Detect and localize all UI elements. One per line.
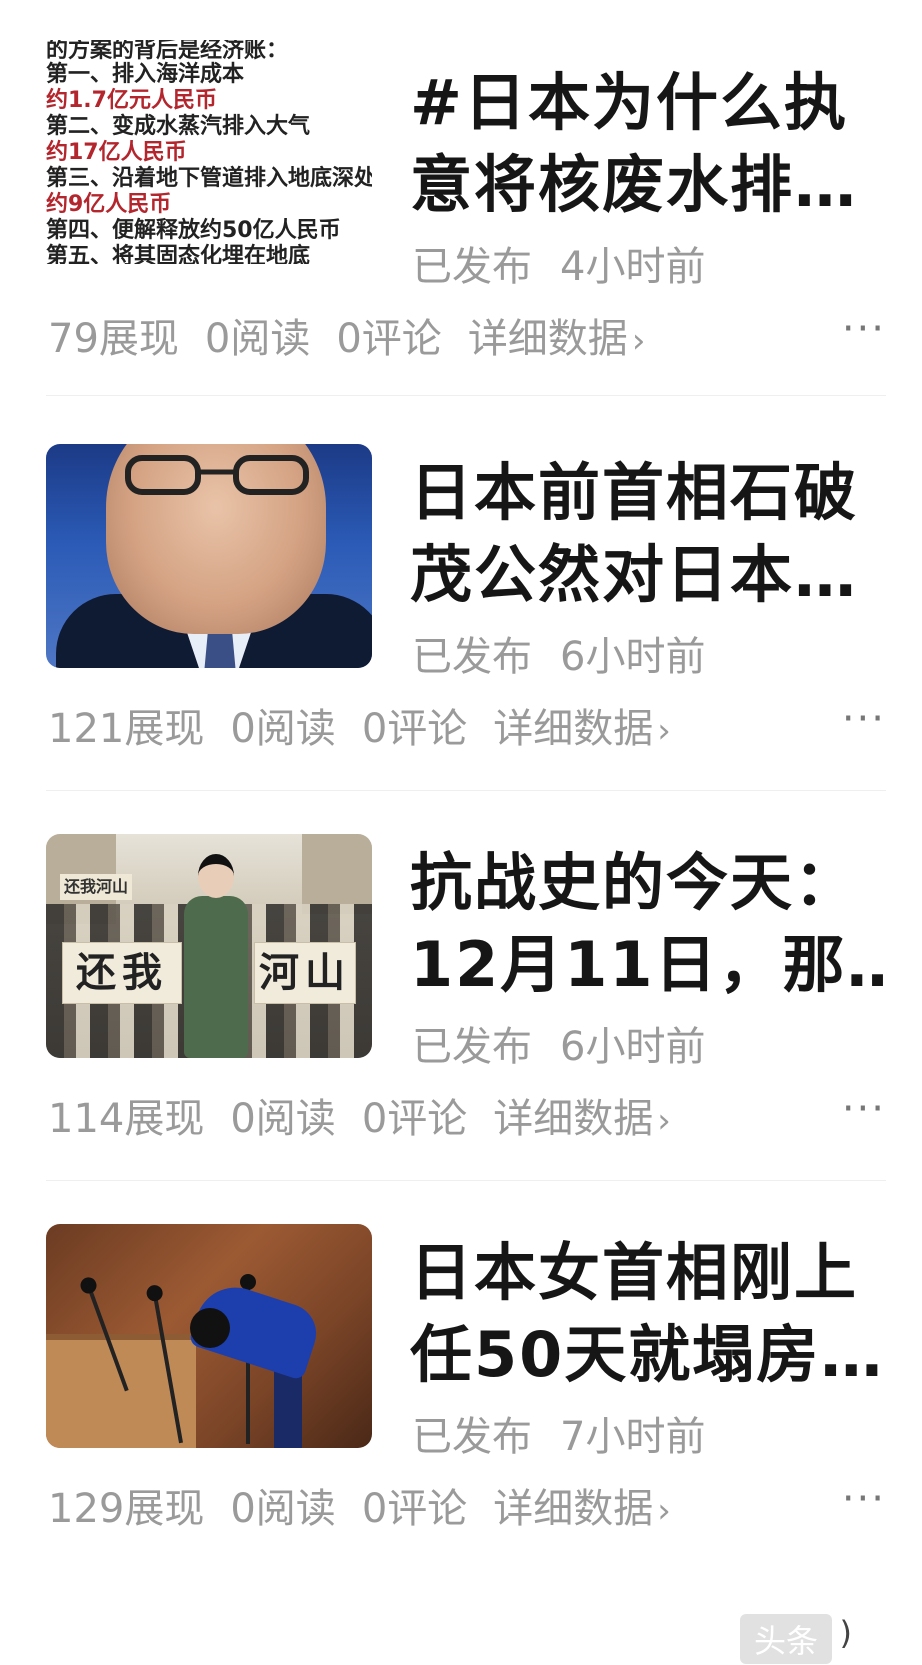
watermark: 头条 (739, 1614, 832, 1664)
comments-count: 0评论 (336, 316, 442, 362)
article-thumbnail[interactable]: 还我河山 还我 河山 (46, 834, 372, 1058)
article-title[interactable]: 抗战史的今天： 12月11日，那… (410, 842, 890, 1006)
reads-count: 0阅读 (230, 706, 336, 752)
reads-count: 0阅读 (230, 1096, 336, 1142)
article-feed: 的方案的背后是经济账： 第一、排入海洋成本 约1.7亿元人民币 第二、变成水蒸汽… (0, 0, 922, 1665)
detail-data-label: 详细数据 (493, 1096, 654, 1142)
article-title-line: 12月11日，那… (410, 928, 890, 1001)
publish-time: 4小时前 (560, 244, 706, 290)
thumb-text-line: 第五、将其固态化埋在地底 (46, 244, 311, 264)
article-title-line: 任50天就塌房… (410, 1318, 885, 1391)
watermark-tail: ) (839, 1614, 852, 1652)
detail-data-link[interactable]: 详细数据 › (493, 1096, 671, 1142)
article-card[interactable]: 日本女首相刚上 任50天就塌房… 已发布 7小时前 129展现 0阅读 0评论 详细数据… (0, 1180, 922, 1600)
publish-time: 6小时前 (560, 634, 706, 680)
thumb-banner: 河山 (254, 942, 356, 1004)
article-title[interactable]: 日本前首相石破 茂公然对日本… (410, 452, 890, 616)
article-meta: 已发布 6小时前 (412, 624, 705, 682)
comments-count: 0评论 (361, 1486, 468, 1532)
publish-status: 已发布 (412, 244, 532, 290)
detail-data-label: 详细数据 (493, 1486, 654, 1532)
publish-time: 6小时前 (560, 1024, 706, 1070)
views-count: 121展现 (48, 706, 205, 752)
detail-data-link[interactable]: 详细数据 › (493, 1486, 671, 1532)
publish-time: 7小时前 (560, 1414, 706, 1460)
detail-data-link[interactable]: 详细数据 › (468, 316, 646, 362)
article-stats: 114展现 0阅读 0评论 详细数据 › (48, 1086, 671, 1144)
thumb-text-line: 第三、沿着地下管道排入地底深处 (46, 166, 372, 191)
thumb-banner: 还我 (62, 942, 182, 1004)
publish-status: 已发布 (412, 1024, 532, 1070)
article-thumbnail[interactable] (46, 444, 372, 668)
article-title-line: #日本为什么执 (410, 66, 848, 139)
article-stats: 129展现 0阅读 0评论 详细数据 › (48, 1476, 671, 1534)
thumb-shape (188, 1274, 326, 1448)
reads-count: 0阅读 (230, 1486, 336, 1532)
thumb-shape (184, 896, 248, 1058)
article-meta: 已发布 4小时前 (412, 234, 705, 292)
chevron-right-icon: › (631, 321, 646, 361)
article-thumbnail[interactable] (46, 1224, 372, 1448)
article-title-line: 抗战史的今天： (410, 846, 859, 919)
reads-count: 0阅读 (204, 316, 311, 362)
chevron-right-icon: › (657, 711, 671, 751)
thumb-text-line: 第四、便解释放约50亿人民币 (46, 218, 341, 243)
article-title-line: 日本前首相石破 (410, 456, 859, 529)
views-count: 79展现 (48, 316, 179, 362)
chevron-right-icon: › (657, 1101, 671, 1141)
detail-data-label: 详细数据 (493, 706, 654, 752)
thumb-text-line: 约1.7亿元人民币 (46, 88, 217, 113)
chevron-right-icon: › (657, 1491, 671, 1531)
thumb-shape (180, 854, 252, 1058)
views-count: 129展现 (48, 1486, 205, 1532)
article-stats: 79展现 0阅读 0评论 详细数据 › (48, 306, 645, 364)
article-title-line: 茂公然对日本… (410, 538, 859, 611)
article-title-line: 日本女首相刚上 (410, 1236, 859, 1309)
thumb-text-line: 约17亿人民币 (46, 140, 187, 165)
thumb-shape (125, 455, 309, 495)
more-options-icon[interactable]: ··· (842, 306, 886, 352)
publish-status: 已发布 (412, 1414, 532, 1460)
views-count: 114展现 (48, 1096, 205, 1142)
thumb-text-line: 约9亿人民币 (46, 192, 172, 217)
thumb-sign: 还我河山 (60, 874, 132, 900)
thumb-text-line: 第二、变成水蒸汽排入大气 (46, 114, 311, 139)
divider (46, 395, 886, 396)
comments-count: 0评论 (361, 706, 468, 752)
thumb-text-line: 第一、排入海洋成本 (46, 62, 245, 87)
article-title-line: 意将核废水排… (410, 148, 859, 221)
article-stats: 121展现 0阅读 0评论 详细数据 › (48, 696, 671, 754)
publish-status: 已发布 (412, 634, 532, 680)
comments-count: 0评论 (361, 1096, 468, 1142)
article-card[interactable]: 还我河山 还我 河山 抗战史的今天： 12月11日，那… 已发布 6小时前 114… (0, 790, 922, 1210)
article-meta: 已发布 6小时前 (412, 1014, 705, 1072)
more-options-icon[interactable]: ··· (842, 696, 886, 742)
article-meta: 已发布 7小时前 (412, 1404, 705, 1462)
thumb-text-line: 的方案的背后是经济账： (46, 40, 289, 63)
article-title[interactable]: 日本女首相刚上 任50天就塌房… (410, 1232, 890, 1396)
thumb-shape (190, 1308, 230, 1348)
more-options-icon[interactable]: ··· (842, 1086, 886, 1132)
more-options-icon[interactable]: ··· (842, 1476, 886, 1522)
article-card[interactable]: 的方案的背后是经济账： 第一、排入海洋成本 约1.7亿元人民币 第二、变成水蒸汽… (0, 0, 922, 420)
article-thumbnail[interactable]: 的方案的背后是经济账： 第一、排入海洋成本 约1.7亿元人民币 第二、变成水蒸汽… (46, 40, 372, 264)
thumb-shape (198, 854, 234, 898)
detail-data-link[interactable]: 详细数据 › (493, 706, 671, 752)
detail-data-label: 详细数据 (467, 316, 628, 362)
article-title[interactable]: #日本为什么执 意将核废水排… (410, 62, 890, 226)
article-card[interactable]: 日本前首相石破 茂公然对日本… 已发布 6小时前 121展现 0阅读 0评论 详细数据 ›… (0, 400, 922, 820)
thumb-shape (302, 834, 372, 914)
